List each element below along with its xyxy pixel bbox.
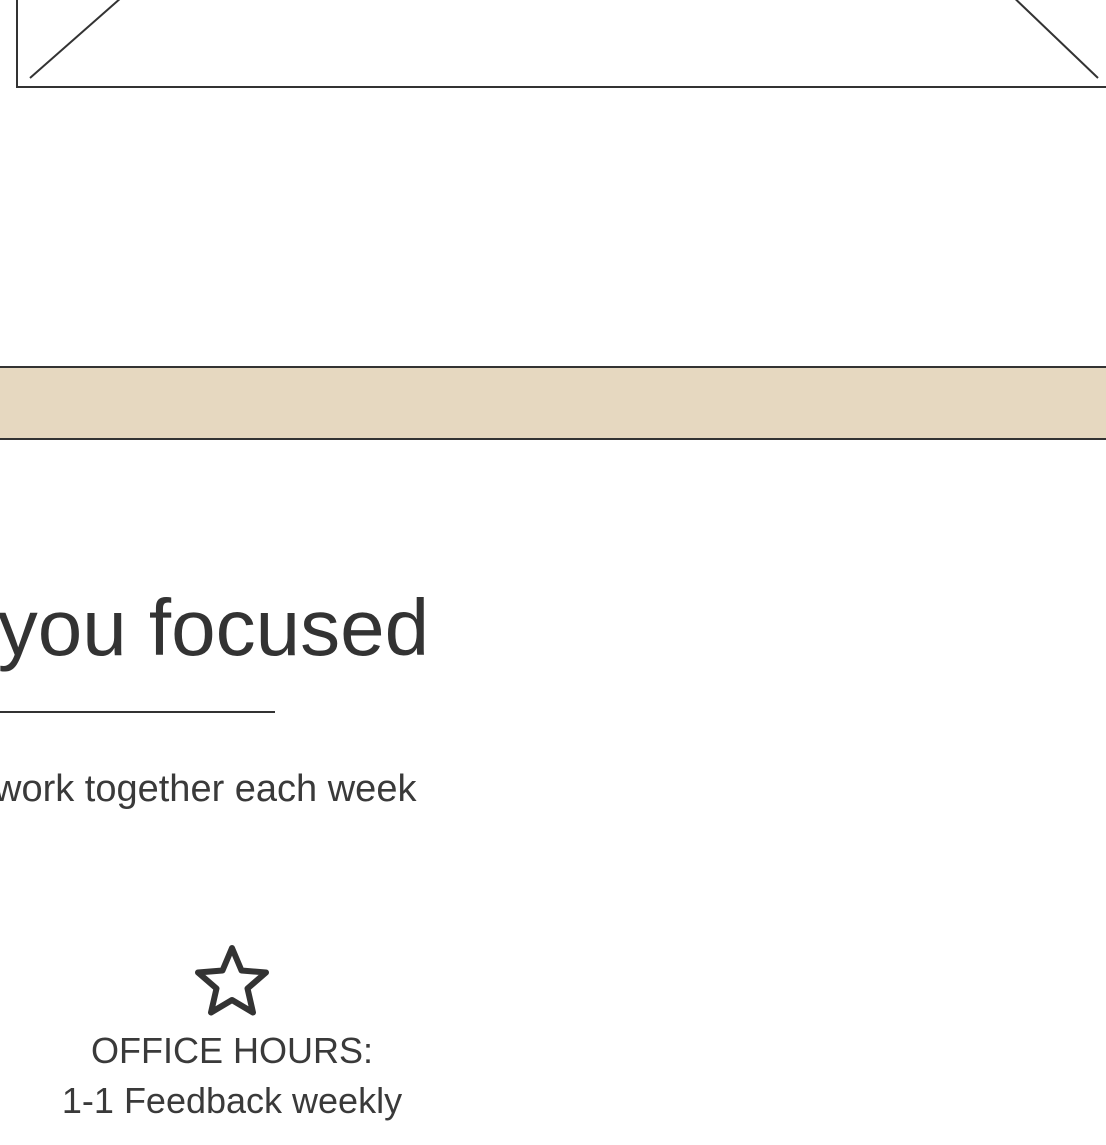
section-heading: keeps you focused <box>0 583 430 672</box>
star-icon <box>195 945 269 1016</box>
feature-description: 1-1 Feedback weekly <box>61 1080 403 1121</box>
feature-title: OFFICE HOURS: <box>90 1030 373 1071</box>
feature-office-hours: OFFICE HOURS: 1-1 Feedback weekly <box>0 940 464 1126</box>
placeholder-cross-lines <box>29 0 1099 79</box>
image-placeholder <box>16 0 1106 88</box>
heading-underline <box>0 711 275 713</box>
section-subtitle: work together each week <box>0 768 417 810</box>
page: keeps you focused work together each wee… <box>0 0 1106 1145</box>
beige-band <box>0 366 1106 440</box>
